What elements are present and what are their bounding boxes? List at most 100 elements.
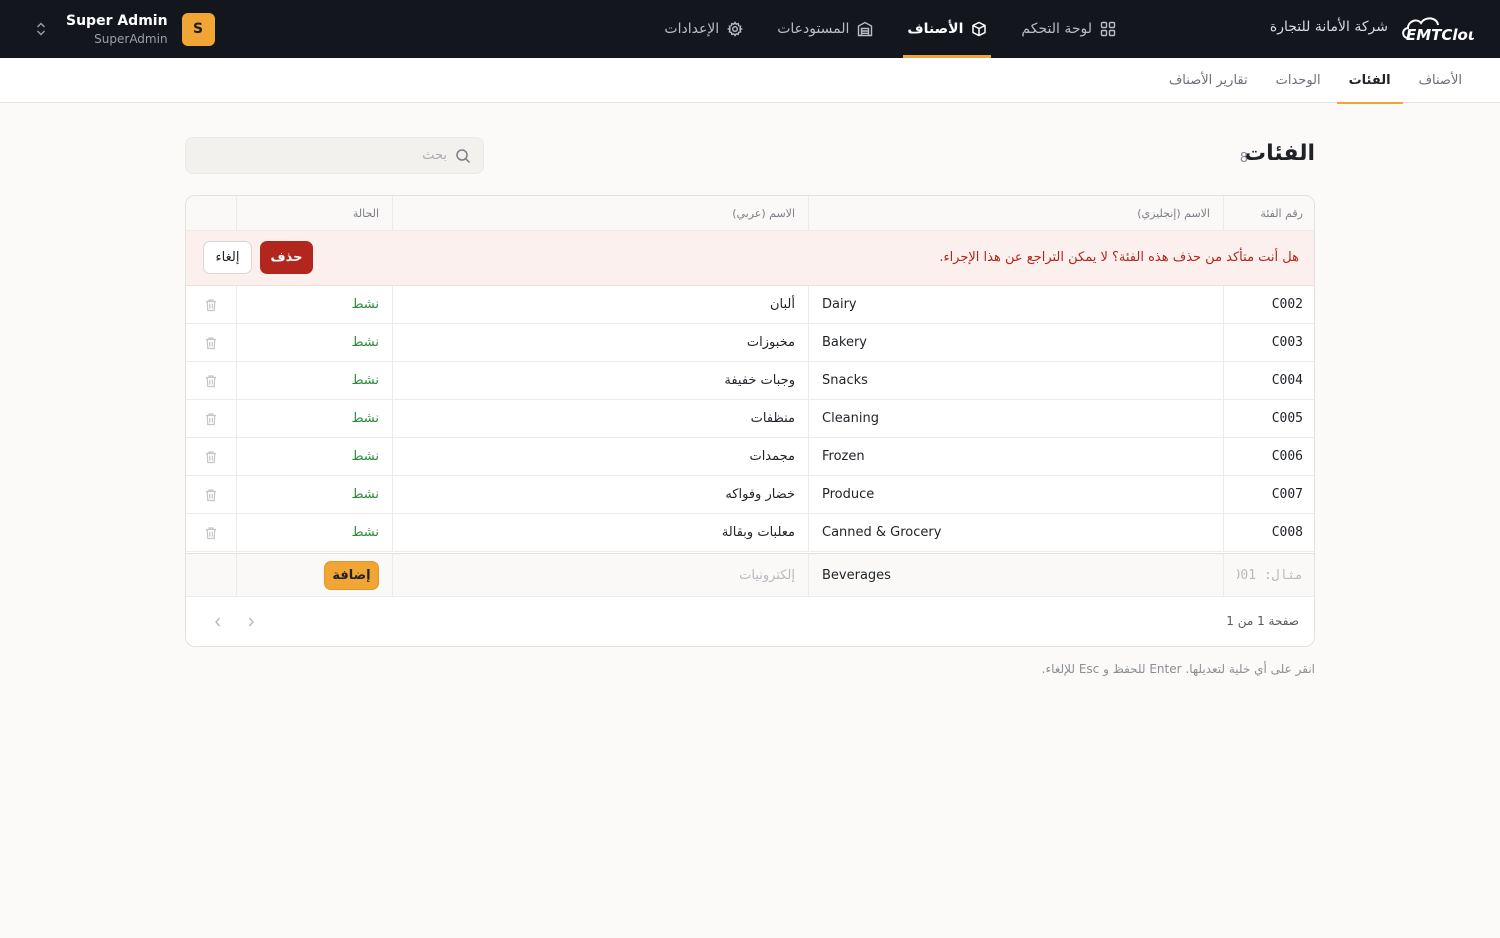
delete-row-button[interactable] <box>186 514 236 551</box>
categories-table: رقم الفئة الاسم (إنجليزي) الاسم (عربي) ا… <box>185 195 1315 647</box>
emtcloud-logo[interactable]: EMTCloud <box>1400 12 1474 46</box>
edit-hint: انقر على أي خلية لتعديلها. Enter للحفظ و… <box>1041 662 1315 676</box>
trash-icon <box>206 336 216 349</box>
search-box <box>185 137 484 174</box>
pagination: صفحة 1 من 1 <box>186 597 1314 646</box>
nav-item-items[interactable]: الأصناف <box>903 0 992 58</box>
cell-code[interactable]: C005 <box>1223 400 1314 437</box>
tab-categories[interactable]: الفئات <box>1336 58 1403 104</box>
cell-name-en-text: Canned & Grocery <box>822 525 942 540</box>
cell-status[interactable]: نشط <box>236 362 392 399</box>
new-status-cell: إضافة <box>236 554 392 596</box>
tab-item-reports[interactable]: تقارير الأصناف <box>1157 58 1260 103</box>
nav-item-dashboard[interactable]: لوحة التحكم <box>1017 0 1120 58</box>
cell-name-en[interactable]: Cleaning <box>808 400 1223 437</box>
new-name-ar-cell <box>392 554 808 596</box>
cell-name-en-text: Dairy <box>822 297 857 312</box>
cell-name-ar[interactable]: مجمدات <box>392 438 808 475</box>
tab-items[interactable]: الأصناف <box>1407 58 1474 103</box>
new-row-actions <box>186 554 236 596</box>
chevron-left-icon <box>215 617 221 627</box>
cell-name-en[interactable]: Produce <box>808 476 1223 513</box>
chevron-right-icon <box>248 617 254 627</box>
top-navbar: EMTCloud شركة الأمانة للتجارة لوحة التحك… <box>0 0 1500 58</box>
cell-status[interactable]: نشط <box>236 476 392 513</box>
cell-code[interactable]: C008 <box>1223 514 1314 551</box>
user-role: SuperAdmin <box>94 31 168 46</box>
cell-code[interactable]: C002 <box>1223 286 1314 323</box>
delete-row-button[interactable] <box>186 362 236 399</box>
delete-confirmation-message: هل أنت متأكد من حذف هذه الفئة؟ لا يمكن ا… <box>939 250 1299 265</box>
page-title: الفئات <box>1244 141 1315 166</box>
cell-status[interactable]: نشط <box>236 438 392 475</box>
add-category-row: إضافة <box>186 553 1314 597</box>
cell-code[interactable]: C006 <box>1223 438 1314 475</box>
avatar[interactable]: S <box>181 12 215 46</box>
confirm-delete-button[interactable]: حذف <box>260 241 313 274</box>
user-menu[interactable]: Super Admin SuperAdmin S <box>30 0 215 58</box>
company-name: شركة الأمانة للتجارة <box>1269 19 1388 35</box>
nav-item-label: المستودعات <box>777 21 850 37</box>
cancel-delete-button[interactable]: إلغاء <box>203 241 252 274</box>
delete-row-button[interactable] <box>186 476 236 513</box>
add-button[interactable]: إضافة <box>324 560 379 590</box>
table-row[interactable]: C007 Produce خضار وفواكه نشط <box>186 476 1314 514</box>
table-row[interactable]: C006 Frozen مجمدات نشط <box>186 438 1314 476</box>
cell-name-en[interactable]: Frozen <box>808 438 1223 475</box>
cell-status[interactable]: نشط <box>236 286 392 323</box>
cell-code[interactable]: C003 <box>1223 324 1314 361</box>
table-row[interactable]: C008 Canned & Grocery معلبات وبقالة نشط <box>186 514 1314 552</box>
cell-name-ar[interactable]: وجبات خفيفة <box>392 362 808 399</box>
dashboard-icon <box>1100 21 1116 37</box>
delete-row-button[interactable] <box>186 438 236 475</box>
cell-name-ar[interactable]: مخبوزات <box>392 324 808 361</box>
nav-item-settings[interactable]: الإعدادات <box>660 0 747 58</box>
cell-code[interactable]: C004 <box>1223 362 1314 399</box>
box-icon <box>972 21 987 37</box>
cell-code[interactable]: C007 <box>1223 476 1314 513</box>
category-count-badge: 8 <box>1239 151 1248 166</box>
cell-name-en-text: Frozen <box>822 449 865 464</box>
table-row[interactable]: C005 Cleaning منظفات نشط <box>186 400 1314 438</box>
cell-name-ar[interactable]: معلبات وبقالة <box>392 514 808 551</box>
cell-name-ar[interactable]: ألبان <box>392 286 808 323</box>
trash-icon <box>206 450 216 463</box>
cell-status[interactable]: نشط <box>236 514 392 551</box>
cell-name-en-text: Produce <box>822 487 875 502</box>
warehouse-icon <box>858 21 873 37</box>
new-code-input[interactable] <box>1237 567 1303 583</box>
tab-units[interactable]: الوحدات <box>1264 58 1333 103</box>
new-name-en-cell <box>808 554 1223 596</box>
delete-row-button[interactable] <box>186 324 236 361</box>
next-page-button[interactable] <box>242 613 260 631</box>
table-row[interactable]: C003 Bakery مخبوزات نشط <box>186 324 1314 362</box>
column-header-status[interactable]: الحالة <box>236 196 392 230</box>
nav-item-warehouses[interactable]: المستودعات <box>773 0 877 58</box>
nav-item-label: الإعدادات <box>664 21 720 37</box>
column-header-name-en[interactable]: الاسم (إنجليزي) <box>808 196 1223 230</box>
column-header-name-ar[interactable]: الاسم (عربي) <box>392 196 808 230</box>
column-header-code[interactable]: رقم الفئة <box>1223 196 1314 230</box>
delete-row-button[interactable] <box>186 400 236 437</box>
new-name-en-input[interactable] <box>822 567 1210 583</box>
user-name: Super Admin <box>66 12 168 29</box>
cell-name-en[interactable]: Bakery <box>808 324 1223 361</box>
cell-name-en[interactable]: Snacks <box>808 362 1223 399</box>
chevron-updown-icon[interactable] <box>30 18 52 40</box>
cell-name-ar[interactable]: منظفات <box>392 400 808 437</box>
cell-name-en[interactable]: Dairy <box>808 286 1223 323</box>
cell-name-ar[interactable]: خضار وفواكه <box>392 476 808 513</box>
cell-status[interactable]: نشط <box>236 400 392 437</box>
cell-status[interactable]: نشط <box>236 324 392 361</box>
table-row[interactable]: C002 Dairy ألبان نشط <box>186 286 1314 324</box>
delete-row-button[interactable] <box>186 286 236 323</box>
table-header: رقم الفئة الاسم (إنجليزي) الاسم (عربي) ا… <box>186 196 1314 231</box>
trash-icon <box>206 374 216 387</box>
user-info: Super Admin SuperAdmin <box>66 13 168 46</box>
new-name-ar-input[interactable] <box>406 567 795 583</box>
table-row[interactable]: C004 Snacks وجبات خفيفة نشط <box>186 362 1314 400</box>
new-code-cell <box>1223 554 1314 596</box>
previous-page-button[interactable] <box>209 613 227 631</box>
search-input[interactable] <box>207 148 447 163</box>
cell-name-en[interactable]: Canned & Grocery <box>808 514 1223 551</box>
